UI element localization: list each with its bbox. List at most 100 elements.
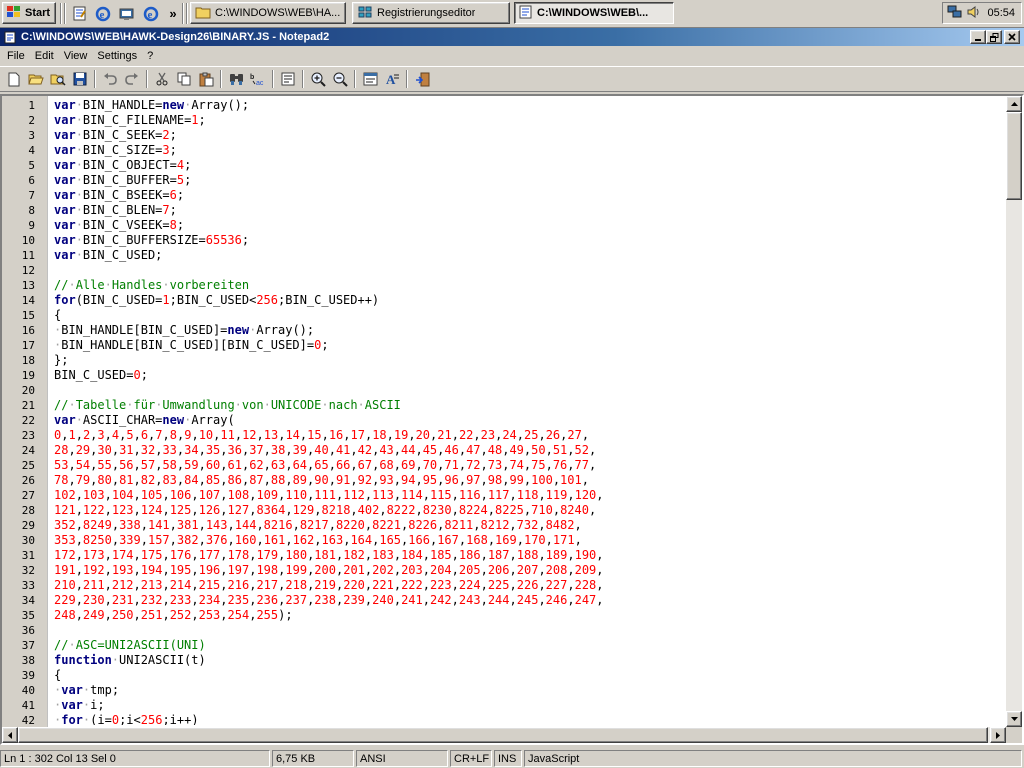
code-line[interactable]: ·BIN_HANDLE[BIN_C_USED][BIN_C_USED]=0; (54, 338, 1004, 353)
code-line[interactable]: var·BIN_C_VSEEK=8; (54, 218, 1004, 233)
code-line[interactable]: //·Tabelle·für·Umwandlung·von·UNICODE·na… (54, 398, 1004, 413)
scroll-right-button[interactable] (990, 727, 1006, 743)
font-button[interactable]: A (381, 68, 403, 90)
task-button-notepad2[interactable]: C:\WINDOWS\WEB\... (514, 2, 674, 24)
code-line[interactable]: ·var·i; (54, 698, 1004, 713)
code-line[interactable]: 121,122,123,124,125,126,127,8364,129,821… (54, 503, 1004, 518)
menu-settings[interactable]: Settings (94, 50, 140, 62)
code-line[interactable]: //·ASC=UNI2ASCII(UNI) (54, 638, 1004, 653)
code-editor[interactable]: 1 2 3 4 5 6 7 8 9 10 11 12 13 14 15 16 17 18 19 20 21 22 23 24 2… (0, 94, 1024, 745)
code-line[interactable]: BIN_C_USED=0; (54, 368, 1004, 383)
code-line[interactable]: var·BIN_C_SIZE=3; (54, 143, 1004, 158)
code-line[interactable]: 352,8249,338,141,381,143,144,8216,8217,8… (54, 518, 1004, 533)
network-icon[interactable] (947, 5, 963, 22)
close-button[interactable] (1004, 30, 1020, 44)
code-line[interactable]: { (54, 308, 1004, 323)
start-label: Start (25, 7, 51, 19)
volume-icon[interactable] (966, 5, 980, 22)
code-line[interactable]: 229,230,231,232,233,234,235,236,237,238,… (54, 593, 1004, 608)
scroll-up-button[interactable] (1006, 96, 1022, 112)
code-line[interactable]: function·UNI2ASCII(t) (54, 653, 1004, 668)
code-line[interactable]: 28,29,30,31,32,33,34,35,36,37,38,39,40,4… (54, 443, 1004, 458)
code-line[interactable]: { (54, 668, 1004, 683)
status-eol[interactable]: CR+LF (450, 750, 492, 767)
regedit-icon (357, 5, 373, 22)
vertical-scroll-thumb[interactable] (1006, 112, 1022, 200)
code-line[interactable]: var·BIN_C_BUFFERSIZE=65536; (54, 233, 1004, 248)
undo-button[interactable] (99, 68, 121, 90)
vertical-scrollbar[interactable] (1006, 96, 1022, 727)
code-line[interactable]: var·BIN_C_SEEK=2; (54, 128, 1004, 143)
code-line[interactable]: 102,103,104,105,106,107,108,109,110,111,… (54, 488, 1004, 503)
code-line[interactable]: 248,249,250,251,252,253,254,255); (54, 608, 1004, 623)
ie-quicklaunch-icon[interactable]: e (142, 5, 160, 22)
scroll-left-button[interactable] (2, 727, 18, 743)
redo-button[interactable] (121, 68, 143, 90)
open-button[interactable] (25, 68, 47, 90)
quicklaunch-overflow-button[interactable]: » (164, 5, 182, 22)
status-lexer[interactable]: JavaScript (524, 750, 1022, 767)
code-line[interactable]: 0,1,2,3,4,5,6,7,8,9,10,11,12,13,14,15,16… (54, 428, 1004, 443)
code-line[interactable]: var·BIN_C_BSEEK=6; (54, 188, 1004, 203)
new-button[interactable] (3, 68, 25, 90)
zoom-out-button[interactable] (329, 68, 351, 90)
menu-help[interactable]: ? (144, 50, 156, 62)
code-line[interactable]: 172,173,174,175,176,177,178,179,180,181,… (54, 548, 1004, 563)
browse-button[interactable] (47, 68, 69, 90)
wordwrap-button[interactable] (277, 68, 299, 90)
code-line[interactable]: var·BIN_HANDLE=new·Array(); (54, 98, 1004, 113)
copy-button[interactable] (173, 68, 195, 90)
code-line[interactable]: 191,192,193,194,195,196,197,198,199,200,… (54, 563, 1004, 578)
find-button[interactable] (225, 68, 247, 90)
taskbar-separator (60, 3, 62, 24)
ie-quicklaunch-icon[interactable]: e (94, 5, 112, 22)
horizontal-scrollbar[interactable] (2, 727, 1006, 743)
code-line[interactable]: //·Alle·Handles·vorbereiten (54, 278, 1004, 293)
code-line[interactable]: 53,54,55,56,57,58,59,60,61,62,63,64,65,6… (54, 458, 1004, 473)
code-line[interactable]: var·BIN_C_BUFFER=5; (54, 173, 1004, 188)
code-line[interactable]: 210,211,212,213,214,215,216,217,218,219,… (54, 578, 1004, 593)
code-line[interactable]: var·BIN_C_BLEN=7; (54, 203, 1004, 218)
notepad-quicklaunch-icon[interactable] (70, 5, 88, 22)
scheme-button[interactable] (359, 68, 381, 90)
status-encoding[interactable]: ANSI (356, 750, 448, 767)
code-line[interactable]: ·BIN_HANDLE[BIN_C_USED]=new·Array(); (54, 323, 1004, 338)
start-button[interactable]: Start (2, 2, 56, 24)
horizontal-scroll-thumb[interactable] (18, 727, 988, 743)
code-line[interactable]: 78,79,80,81,82,83,84,85,86,87,88,89,90,9… (54, 473, 1004, 488)
code-line[interactable]: var·BIN_C_USED; (54, 248, 1004, 263)
code-area[interactable]: var·BIN_HANDLE=new·Array(); var·BIN_C_FIL… (54, 96, 1004, 725)
exit-button[interactable] (411, 68, 433, 90)
code-line[interactable]: 353,8250,339,157,382,376,160,161,162,163… (54, 533, 1004, 548)
title-bar[interactable]: C:\WINDOWS\WEB\HAWK-Design26\BINARY.JS -… (0, 28, 1024, 46)
code-line[interactable]: ·var·tmp; (54, 683, 1004, 698)
code-line[interactable] (54, 623, 1004, 638)
menu-view[interactable]: View (61, 50, 91, 62)
code-line[interactable]: }; (54, 353, 1004, 368)
status-ovr[interactable]: INS (494, 750, 522, 767)
code-line[interactable] (54, 263, 1004, 278)
code-line[interactable]: var·ASCII_CHAR=new·Array( (54, 413, 1004, 428)
code-line[interactable]: for(BIN_C_USED=1;BIN_C_USED<256;BIN_C_US… (54, 293, 1004, 308)
task-button-regedit[interactable]: Registrierungseditor (352, 2, 510, 24)
code-line[interactable]: var·BIN_C_OBJECT=4; (54, 158, 1004, 173)
save-button[interactable] (69, 68, 91, 90)
code-line[interactable] (54, 383, 1004, 398)
code-line[interactable]: var·BIN_C_FILENAME=1; (54, 113, 1004, 128)
notepad2-app-icon[interactable] (3, 30, 17, 44)
restore-button[interactable] (986, 30, 1002, 44)
task-button-explorer[interactable]: C:\WINDOWS\WEB\HA... (190, 2, 346, 24)
scroll-down-button[interactable] (1006, 711, 1022, 727)
code-line[interactable]: ·for·(i=0;i<256;i++) (54, 713, 1004, 725)
paste-button[interactable] (195, 68, 217, 90)
exit-icon (415, 72, 429, 86)
clock[interactable]: 05:54 (987, 7, 1015, 19)
menu-file[interactable]: File (4, 50, 28, 62)
zoom-in-button[interactable] (307, 68, 329, 90)
menu-edit[interactable]: Edit (32, 50, 57, 62)
replace-button[interactable]: b ac (247, 68, 269, 90)
cut-button[interactable] (151, 68, 173, 90)
minimize-button[interactable] (970, 30, 986, 44)
desktop-quicklaunch-icon[interactable] (118, 5, 136, 22)
line-number: 18 (21, 354, 35, 367)
